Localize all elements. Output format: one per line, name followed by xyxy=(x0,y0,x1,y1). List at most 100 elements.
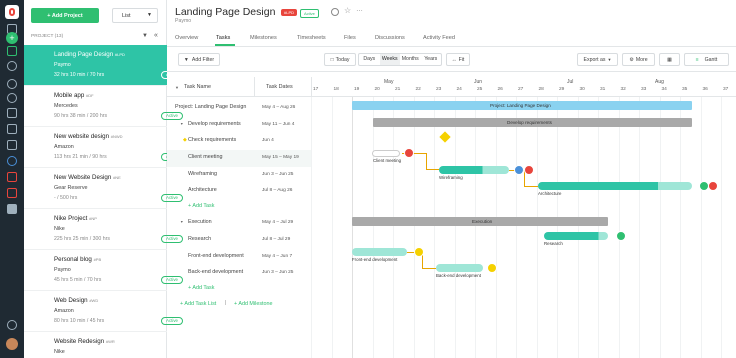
add-milestone-link[interactable]: + Add Milestone xyxy=(234,301,273,307)
task-row[interactable]: Front-end development May 4 – Jun 7 xyxy=(167,249,311,266)
project-count-header: PROJECT (13) xyxy=(31,34,64,39)
add-task-list-link[interactable]: + Add Task List xyxy=(180,301,216,307)
assignee-avatar[interactable] xyxy=(514,165,524,175)
more-button[interactable]: ⚙ More xyxy=(622,53,655,66)
settings-icon[interactable] xyxy=(7,156,17,166)
more-icon[interactable]: … xyxy=(356,6,363,13)
project-item[interactable]: Personal blog #PB Paymo 45 hrs 5 min / 70 … xyxy=(24,250,183,291)
scale-weeks[interactable]: Weeks xyxy=(379,54,400,65)
assignee-avatar[interactable] xyxy=(708,181,718,191)
folder-icon[interactable] xyxy=(7,46,17,56)
gantt-bar-client-meeting[interactable] xyxy=(372,150,400,157)
add-project-button[interactable]: + Add Project xyxy=(31,8,99,23)
add-icon[interactable]: + xyxy=(6,32,18,44)
task-row[interactable]: ▼ Develop requirements May 11 – Jun 4 xyxy=(167,117,311,134)
collapse-icon[interactable]: ▼ xyxy=(180,220,184,224)
add-task-link[interactable]: + Add Task xyxy=(188,285,214,291)
task-row[interactable]: Architecture Jul 8 – Aug 26 xyxy=(167,183,311,200)
gantt-bar-frontend[interactable] xyxy=(352,248,407,256)
add-task-link[interactable]: + Add Task xyxy=(188,203,214,209)
task-row[interactable]: ▼ Execution May 4 – Jul 29 xyxy=(167,215,311,232)
logo-icon[interactable] xyxy=(5,5,19,19)
project-item[interactable]: Website Redesign #WR Nike xyxy=(24,332,167,358)
collapse-icon[interactable]: ▼ xyxy=(180,122,184,126)
week-label: 22 xyxy=(415,87,421,92)
col-task-name[interactable]: Task Name xyxy=(184,84,211,90)
project-item[interactable]: New Website Design #NE Gear Reserve - / 50… xyxy=(24,168,183,209)
gantt-bar-architecture[interactable] xyxy=(538,182,692,190)
info-icon[interactable] xyxy=(7,320,17,330)
today-button[interactable]: □ Today xyxy=(324,53,356,66)
task-row[interactable]: ◆ Check requirements Jun 4 xyxy=(167,133,311,150)
gantt-bar-research[interactable] xyxy=(544,232,608,240)
people-icon[interactable] xyxy=(7,108,17,118)
assignee-avatar[interactable] xyxy=(487,263,497,273)
filter-icon[interactable]: ▼ xyxy=(142,33,148,39)
gantt-bar-wireframing[interactable] xyxy=(439,166,509,174)
collapse-icon[interactable]: « xyxy=(154,32,158,39)
gantt-bar-backend[interactable] xyxy=(436,264,483,272)
project-client: Nike xyxy=(54,349,65,355)
project-item[interactable]: Nike Project #NP Nike 225 hrs 25 min / 300… xyxy=(24,209,183,250)
tab-activity-feed[interactable]: Activity Feed xyxy=(423,35,455,41)
task-row[interactable]: Back-end development Jun 3 – Jun 25 xyxy=(167,265,311,282)
scale-days[interactable]: Days xyxy=(359,54,380,65)
task-name: Develop requirements xyxy=(188,121,241,127)
columns-button[interactable]: ▦ xyxy=(659,53,680,66)
view-select[interactable]: List ▼ xyxy=(112,8,158,23)
task-name: Back-end development xyxy=(188,269,244,275)
week-gridline xyxy=(557,97,558,358)
assignee-avatar[interactable] xyxy=(414,247,424,257)
tab-overview[interactable]: Overview xyxy=(175,35,198,41)
project-item[interactable]: New website design #NWD Amazon 113 hrs 21 … xyxy=(24,127,183,168)
project-name-text: Personal blog xyxy=(54,256,92,263)
task-row[interactable]: Wireframing Jun 3 – Jun 25 xyxy=(167,167,311,184)
week-label: 23 xyxy=(436,87,442,92)
scale-months[interactable]: Months xyxy=(400,54,421,65)
tab-files[interactable]: Files xyxy=(344,35,356,41)
project-name: Landing Page Design #LPD xyxy=(54,51,125,58)
avatar-icon[interactable] xyxy=(6,338,18,350)
task-row[interactable]: Research Jul 8 – Jul 29 xyxy=(167,232,311,249)
task-row[interactable]: Client meeting May 15 – May 19 xyxy=(167,150,311,167)
fit-label: Fit xyxy=(458,56,465,63)
page-title: Landing Page Design xyxy=(175,6,276,18)
star-icon[interactable]: ☆ xyxy=(344,6,351,15)
assignee-avatar[interactable] xyxy=(524,165,534,175)
export-label: Export as xyxy=(583,56,606,63)
project-name-text: Web Design xyxy=(54,297,88,304)
task-row[interactable]: + Add Task xyxy=(167,281,311,298)
project-tag: #WR xyxy=(105,339,115,344)
chart-icon[interactable] xyxy=(7,124,17,134)
col-task-dates[interactable]: Task Dates xyxy=(266,84,293,90)
tab-milestones[interactable]: Milestones xyxy=(250,35,277,41)
stop-icon[interactable] xyxy=(7,172,17,182)
tab-timesheets[interactable]: Timesheets xyxy=(297,35,326,41)
terminal-icon[interactable] xyxy=(7,204,17,214)
search-icon[interactable] xyxy=(7,61,17,71)
assignee-avatar[interactable] xyxy=(616,231,626,241)
user-icon[interactable] xyxy=(7,79,17,89)
export-button[interactable]: Export as ▼ xyxy=(577,53,618,66)
gantt-view-button[interactable]: ≡ Gantt xyxy=(684,53,729,66)
week-gridline xyxy=(331,97,333,358)
week-gridline xyxy=(393,97,394,358)
calendar-icon[interactable] xyxy=(7,140,17,150)
project-item[interactable]: Mobile app #DF Mercedes 90 hrs 38 min / 20… xyxy=(24,86,183,127)
tab-discussions[interactable]: Discussions xyxy=(375,35,405,41)
task-row[interactable]: + Add Task xyxy=(167,199,311,216)
project-item[interactable]: Web Design #WD Amazon 80 hrs 10 min / 45 h… xyxy=(24,291,183,332)
dependency-line xyxy=(422,268,436,269)
collapse-all-icon[interactable]: ▼ xyxy=(175,85,179,90)
task-row[interactable]: Project: Landing Page Design May 4 – Aug … xyxy=(167,100,311,117)
assignee-avatar[interactable] xyxy=(404,148,414,158)
link-separator: | xyxy=(225,300,227,306)
add-filter-button[interactable]: ▼ Add Filter xyxy=(178,53,220,66)
layers-icon[interactable] xyxy=(7,188,17,198)
tab-tasks[interactable]: Tasks xyxy=(216,35,230,41)
fit-button[interactable]: ↔ Fit xyxy=(446,53,470,66)
scale-years[interactable]: Years xyxy=(421,54,442,65)
clock-icon[interactable] xyxy=(7,93,17,103)
settings-icon[interactable] xyxy=(331,8,339,16)
project-item[interactable]: Landing Page Design #LPD Paymo 32 hrs 10 m… xyxy=(24,45,183,86)
